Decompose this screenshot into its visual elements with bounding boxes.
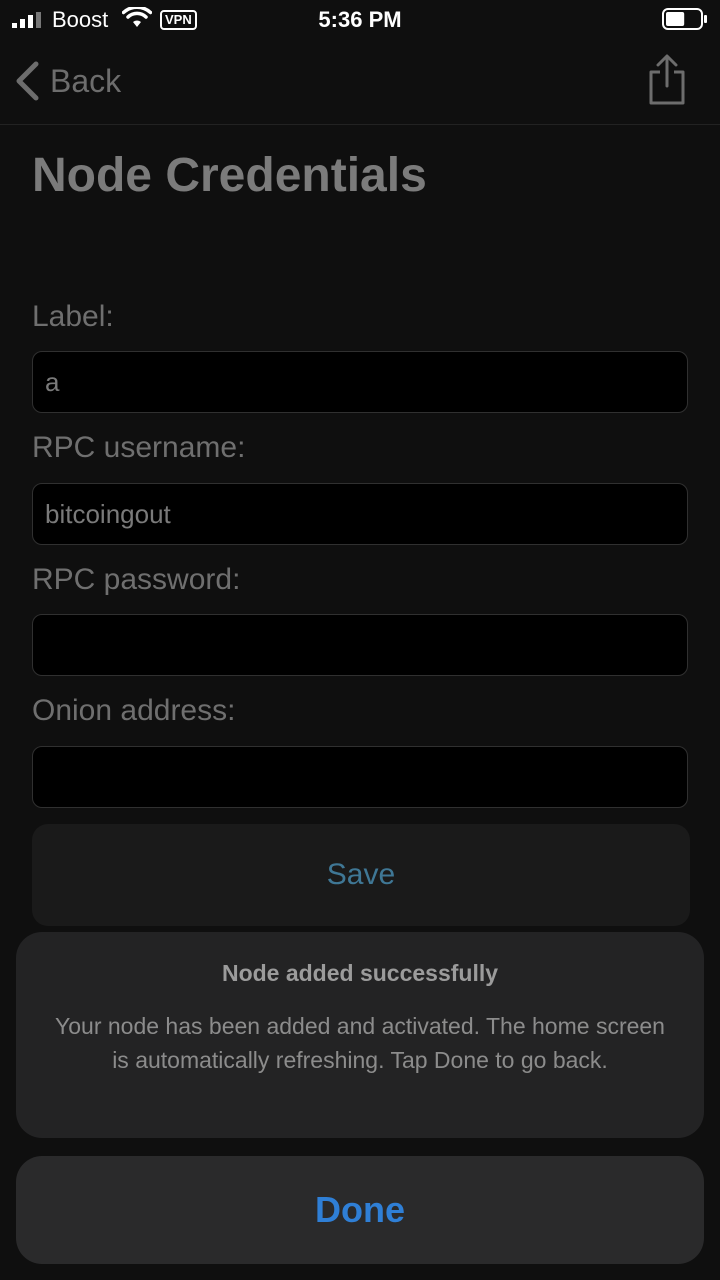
alert-title: Node added successfully [221, 960, 499, 986]
onion-address-field[interactable] [32, 746, 688, 808]
rpc-username-label: RPC username: [32, 431, 246, 464]
label-field[interactable] [32, 351, 688, 413]
back-button[interactable]: Back [14, 58, 121, 104]
success-alert: Node added successfully Your node has be… [16, 932, 704, 1138]
chevron-left-icon [16, 61, 39, 101]
navigation-bar: Back [0, 40, 720, 125]
clock: 5:36 PM [318, 7, 402, 32]
label-field-label: Label: [32, 300, 114, 333]
save-button[interactable]: Save [32, 824, 690, 926]
rpc-username-field[interactable] [32, 483, 688, 545]
share-icon[interactable] [646, 54, 688, 106]
back-label: Back [50, 62, 122, 99]
done-button[interactable]: Done [16, 1156, 704, 1264]
battery-icon [662, 8, 707, 30]
rpc-password-field[interactable] [32, 614, 688, 676]
page-title: Node Credentials [32, 149, 427, 202]
alert-message: Your node has been added and activated. … [55, 1013, 665, 1073]
onion-address-label: Onion address: [32, 694, 236, 727]
status-bar: Boost VPN 5:36 PM [0, 0, 720, 40]
rpc-password-label: RPC password: [32, 563, 241, 596]
